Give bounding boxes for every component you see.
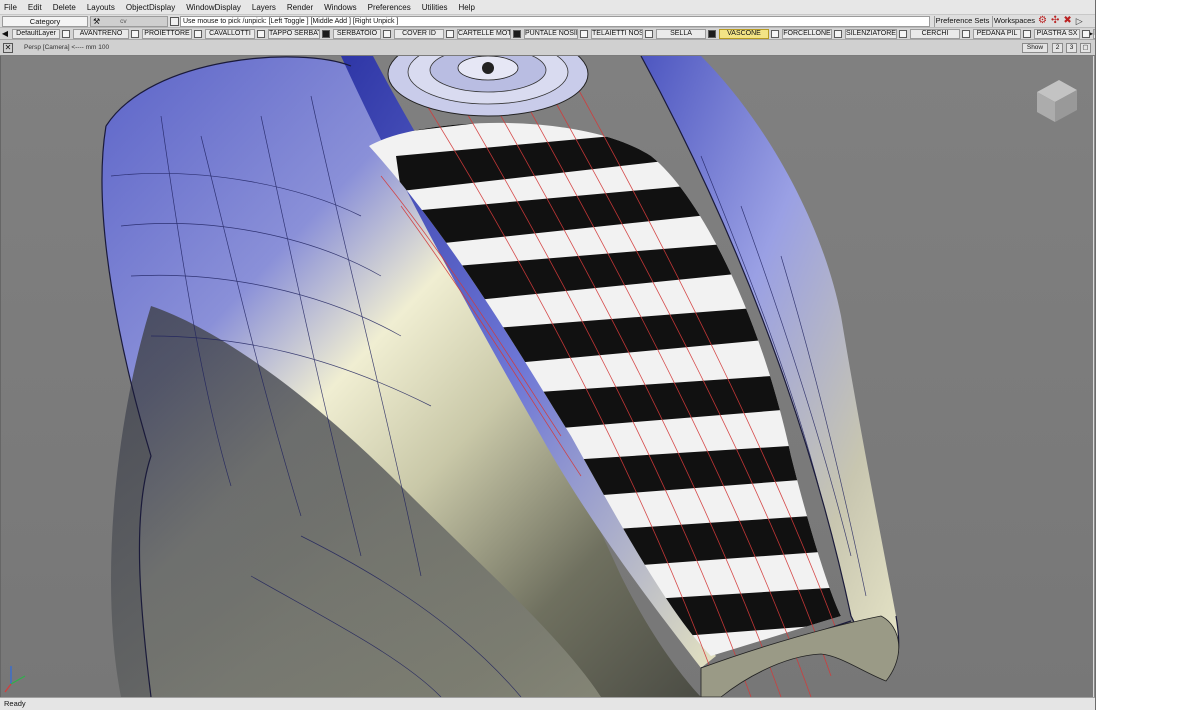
menu-edit[interactable]: Edit <box>28 3 42 12</box>
show-button[interactable]: Show <box>1022 43 1048 53</box>
menu-bar: File Edit Delete Layouts ObjectDisplay W… <box>0 0 1095 15</box>
tool-label: cv <box>120 18 127 25</box>
layer-visibility-toggle[interactable] <box>194 30 202 38</box>
layer-telaietti-nosi[interactable]: TELAIETTI NOSI <box>591 29 643 39</box>
layer-visibility-toggle[interactable] <box>899 30 907 38</box>
workspace-grid-icon[interactable]: ✣ <box>1051 16 1059 26</box>
layer-visibility-toggle[interactable] <box>383 30 391 38</box>
layer-serbatoio[interactable]: SERBATOIO <box>333 29 381 39</box>
layer-visibility-toggle[interactable] <box>962 30 970 38</box>
view-close-icon[interactable]: ▢ <box>1080 43 1091 53</box>
layer-bar: ◀ ▶ DefaultLayer AVANTRENO PROIETTORE CAVAL… <box>0 28 1119 40</box>
layer-cartelle-moto[interactable]: CARTELLE MOTO <box>457 29 511 39</box>
menu-windows[interactable]: Windows <box>324 3 356 12</box>
layer-piastra-sx[interactable]: PIASTRA SX <box>1034 29 1080 39</box>
status-bar: Ready <box>0 697 1095 710</box>
layer-silenziatore[interactable]: SILENZIATORE <box>845 29 897 39</box>
layer-sella[interactable]: SELLA <box>656 29 706 39</box>
layer-avantreno[interactable]: AVANTRENO <box>73 29 129 39</box>
menu-objectdisplay[interactable]: ObjectDisplay <box>126 3 175 12</box>
layer-pedana-pil[interactable]: PEDANA PIL <box>973 29 1021 39</box>
workspaces-button[interactable]: Workspaces <box>992 16 1036 27</box>
menu-file[interactable]: File <box>4 3 17 12</box>
menu-render[interactable]: Render <box>287 3 313 12</box>
menu-layouts[interactable]: Layouts <box>87 3 115 12</box>
workspace-pin-icon[interactable]: ⚙ <box>1038 16 1047 26</box>
prompt-line: Use mouse to pick /unpick: [Left Toggle … <box>180 16 930 27</box>
workspace-icons: ⚙ ✣ ✖ ▷ <box>1038 16 1083 27</box>
layer-visibility-toggle[interactable] <box>513 30 521 38</box>
model-render[interactable] <box>1 56 1093 697</box>
layer-scroll-left-icon[interactable]: ◀ <box>1 29 9 39</box>
layer-cover-id[interactable]: COVER ID <box>394 29 444 39</box>
layer-visibility-toggle[interactable] <box>62 30 70 38</box>
layer-tappo-serbato[interactable]: TAPPO SERBATO <box>268 29 320 39</box>
layer-visibility-toggle[interactable] <box>834 30 842 38</box>
menu-windowdisplay[interactable]: WindowDisplay <box>186 3 241 12</box>
layer-visibility-toggle[interactable] <box>645 30 653 38</box>
tool-palette-bar: Category ⚒ cv Use mouse to pick /unpick:… <box>0 15 1095 28</box>
layer-forcellone[interactable]: FORCELLONE <box>782 29 832 39</box>
menu-help[interactable]: Help <box>459 3 475 12</box>
menu-utilities[interactable]: Utilities <box>422 3 448 12</box>
layer-vascone[interactable]: VASCONE <box>719 29 769 39</box>
prompt-icon <box>170 17 179 26</box>
current-tool[interactable]: ⚒ cv <box>90 16 168 27</box>
menu-delete[interactable]: Delete <box>53 3 76 12</box>
layer-visibility-toggle[interactable] <box>1023 30 1031 38</box>
layer-visibility-toggle[interactable] <box>1082 30 1090 38</box>
layer-visibility-toggle[interactable] <box>446 30 454 38</box>
layer-visibility-toggle[interactable] <box>771 30 779 38</box>
empty-panel <box>1095 0 1199 710</box>
viewport-maximize-icon[interactable]: ✕ <box>3 43 13 53</box>
layer-proiettore[interactable]: PROIETTORE <box>142 29 192 39</box>
layer-cavallotti[interactable]: CAVALLOTTI <box>205 29 255 39</box>
menu-layers[interactable]: Layers <box>252 3 276 12</box>
category-selector[interactable]: Category <box>2 16 88 27</box>
view-button-3[interactable]: 3 <box>1066 43 1077 53</box>
3d-viewport[interactable] <box>0 56 1093 697</box>
layer-visibility-toggle[interactable] <box>322 30 330 38</box>
play-arrow-icon[interactable]: ▷ <box>1076 16 1083 26</box>
layer-cerchi[interactable]: CERCHI <box>910 29 960 39</box>
view-button-2[interactable]: 2 <box>1052 43 1063 53</box>
camera-label: Persp [Camera] <---- mm 100 <box>24 44 110 51</box>
pick-tool-icon: ⚒ <box>93 17 101 26</box>
layer-visibility-toggle[interactable] <box>580 30 588 38</box>
layer-visibility-toggle[interactable] <box>708 30 716 38</box>
layer-defaultlayer[interactable]: DefaultLayer <box>12 29 60 39</box>
layer-visibility-toggle[interactable] <box>131 30 139 38</box>
preference-sets-button[interactable]: Preference Sets <box>934 16 990 27</box>
layer-puntale-nosin[interactable]: PUNTALE NOSIN <box>524 29 578 39</box>
menu-preferences[interactable]: Preferences <box>368 3 411 12</box>
workspace-close-icon[interactable]: ✖ <box>1063 16 1071 26</box>
layer-visibility-toggle[interactable] <box>257 30 265 38</box>
application-window: File Edit Delete Layouts ObjectDisplay W… <box>0 0 1119 710</box>
viewport-header: ✕ Persp [Camera] <---- mm 100 Show 2 3 ▢ <box>0 40 1095 56</box>
